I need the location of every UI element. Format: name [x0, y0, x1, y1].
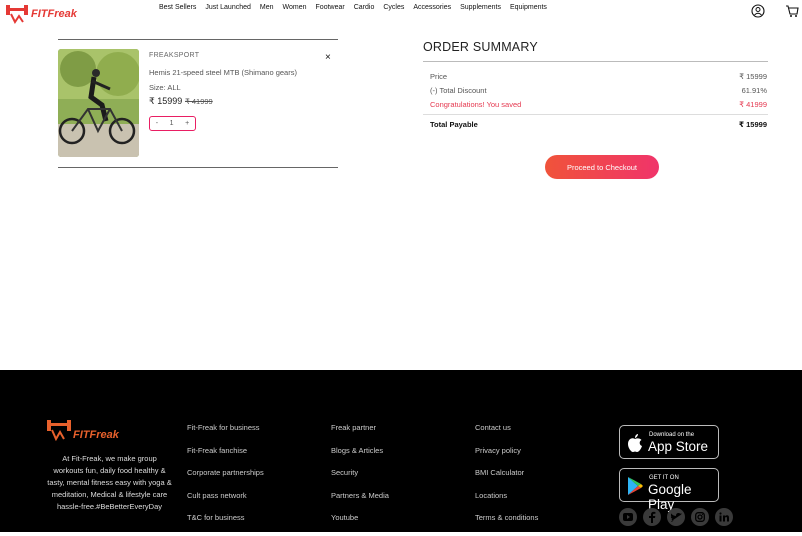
- product-image[interactable]: [58, 49, 139, 157]
- google-play-button[interactable]: GET IT ON Google Play: [619, 468, 719, 512]
- cart-icon[interactable]: [785, 4, 799, 18]
- nav-cardio[interactable]: Cardio: [354, 4, 375, 16]
- footer-column-business: Fit-Freak for business Fit-Freak fanchis…: [187, 423, 264, 536]
- footer-link[interactable]: Privacy policy: [475, 446, 538, 469]
- footer-column-support: Contact us Privacy policy BMI Calculator…: [475, 423, 538, 536]
- youtube-icon[interactable]: [619, 508, 637, 526]
- main-nav: Best Sellers Just Launched Men Women Foo…: [159, 4, 547, 16]
- footer-link[interactable]: Partners & Media: [331, 491, 389, 514]
- nav-cycles[interactable]: Cycles: [383, 4, 404, 16]
- apple-icon: [628, 434, 642, 452]
- app-store-big-text: App Store: [648, 439, 709, 454]
- summary-value: ₹ 15999: [739, 72, 767, 81]
- summary-label: Price: [430, 72, 448, 81]
- nav-equipments[interactable]: Equipments: [510, 4, 547, 16]
- remove-item-button[interactable]: ×: [325, 52, 331, 63]
- social-links: [619, 508, 733, 526]
- summary-divider-2: [423, 114, 768, 115]
- summary-row-total: Total Payable ₹ 15999: [430, 120, 767, 129]
- cart-divider-bottom: [58, 167, 338, 168]
- footer-link[interactable]: Contact us: [475, 423, 538, 446]
- nav-accessories[interactable]: Accessories: [413, 4, 451, 16]
- footer: FITFreak At Fit-Freak, we make group wor…: [0, 370, 802, 532]
- footer-link[interactable]: Fit-Freak fanchise: [187, 446, 264, 469]
- linkedin-icon[interactable]: [715, 508, 733, 526]
- instagram-icon[interactable]: [691, 508, 709, 526]
- footer-column-partners: Freak partner Blogs & Articles Security …: [331, 423, 389, 536]
- footer-link[interactable]: Youtube: [331, 513, 389, 536]
- footer-link[interactable]: Locations: [475, 491, 538, 514]
- total-label: Total Payable: [430, 120, 478, 129]
- google-play-small-text: GET IT ON: [649, 475, 679, 481]
- qty-increment-button[interactable]: +: [185, 120, 189, 127]
- dumbbell-logo-icon: [6, 5, 28, 24]
- summary-row-price: Price ₹ 15999: [430, 72, 767, 81]
- product-mrp: ₹ 41999: [185, 97, 213, 106]
- twitter-icon[interactable]: [667, 508, 685, 526]
- summary-value: 61.91%: [741, 86, 767, 95]
- summary-label: (-) Total Discount: [430, 86, 487, 95]
- footer-link[interactable]: BMI Calculator: [475, 468, 538, 491]
- app-store-button[interactable]: Download on the App Store: [619, 425, 719, 459]
- product-price: ₹ 15999: [149, 96, 183, 106]
- google-play-icon: [628, 477, 643, 495]
- nav-women[interactable]: Women: [283, 4, 307, 16]
- footer-link[interactable]: Terms & conditions: [475, 513, 538, 536]
- header: FITFreak Best Sellers Just Launched Men …: [0, 0, 802, 28]
- site-logo[interactable]: FITFreak: [5, 2, 79, 24]
- nav-men[interactable]: Men: [260, 4, 274, 16]
- summary-divider: [423, 61, 768, 62]
- qty-value: 1: [169, 120, 174, 127]
- footer-link[interactable]: Fit-Freak for business: [187, 423, 264, 446]
- logo-text: FITFreak: [31, 8, 77, 20]
- dumbbell-logo-icon: [47, 420, 71, 441]
- footer-logo[interactable]: FITFreak: [45, 417, 125, 441]
- footer-logo-text: FITFreak: [73, 429, 119, 441]
- nav-footwear[interactable]: Footwear: [316, 4, 345, 16]
- order-summary-title: ORDER SUMMARY: [423, 40, 538, 54]
- footer-link[interactable]: Security: [331, 468, 389, 491]
- summary-value: ₹ 41999: [739, 100, 767, 109]
- footer-link[interactable]: Blogs & Articles: [331, 446, 389, 469]
- nav-just-launched[interactable]: Just Launched: [205, 4, 251, 16]
- nav-best-sellers[interactable]: Best Sellers: [159, 4, 196, 16]
- user-icon[interactable]: [751, 4, 765, 18]
- quantity-stepper: - 1 +: [149, 116, 196, 131]
- footer-link[interactable]: Corporate partnerships: [187, 468, 264, 491]
- footer-about-text: At Fit-Freak, we make group workouts fun…: [47, 454, 172, 511]
- summary-row-savings: Congratulations! You saved ₹ 41999: [430, 100, 767, 109]
- facebook-icon[interactable]: [643, 508, 661, 526]
- total-value: ₹ 15999: [738, 120, 767, 129]
- qty-decrement-button[interactable]: -: [156, 120, 158, 127]
- footer-link[interactable]: Cult pass network: [187, 491, 264, 514]
- cart-divider-top: [58, 39, 338, 40]
- summary-label: Congratulations! You saved: [430, 100, 522, 109]
- app-store-small-text: Download on the: [649, 432, 695, 438]
- product-brand: FREAKSPORT: [149, 52, 200, 59]
- product-name[interactable]: Hemis 21-speed steel MTB (Shimano gears): [149, 68, 297, 77]
- nav-supplements[interactable]: Supplements: [460, 4, 501, 16]
- footer-link[interactable]: Freak partner: [331, 423, 389, 446]
- footer-link[interactable]: T&C for business: [187, 513, 264, 536]
- proceed-to-checkout-button[interactable]: Proceed to Checkout: [545, 155, 659, 179]
- summary-row-discount: (-) Total Discount 61.91%: [430, 86, 767, 95]
- product-size: Size: ALL: [149, 83, 181, 92]
